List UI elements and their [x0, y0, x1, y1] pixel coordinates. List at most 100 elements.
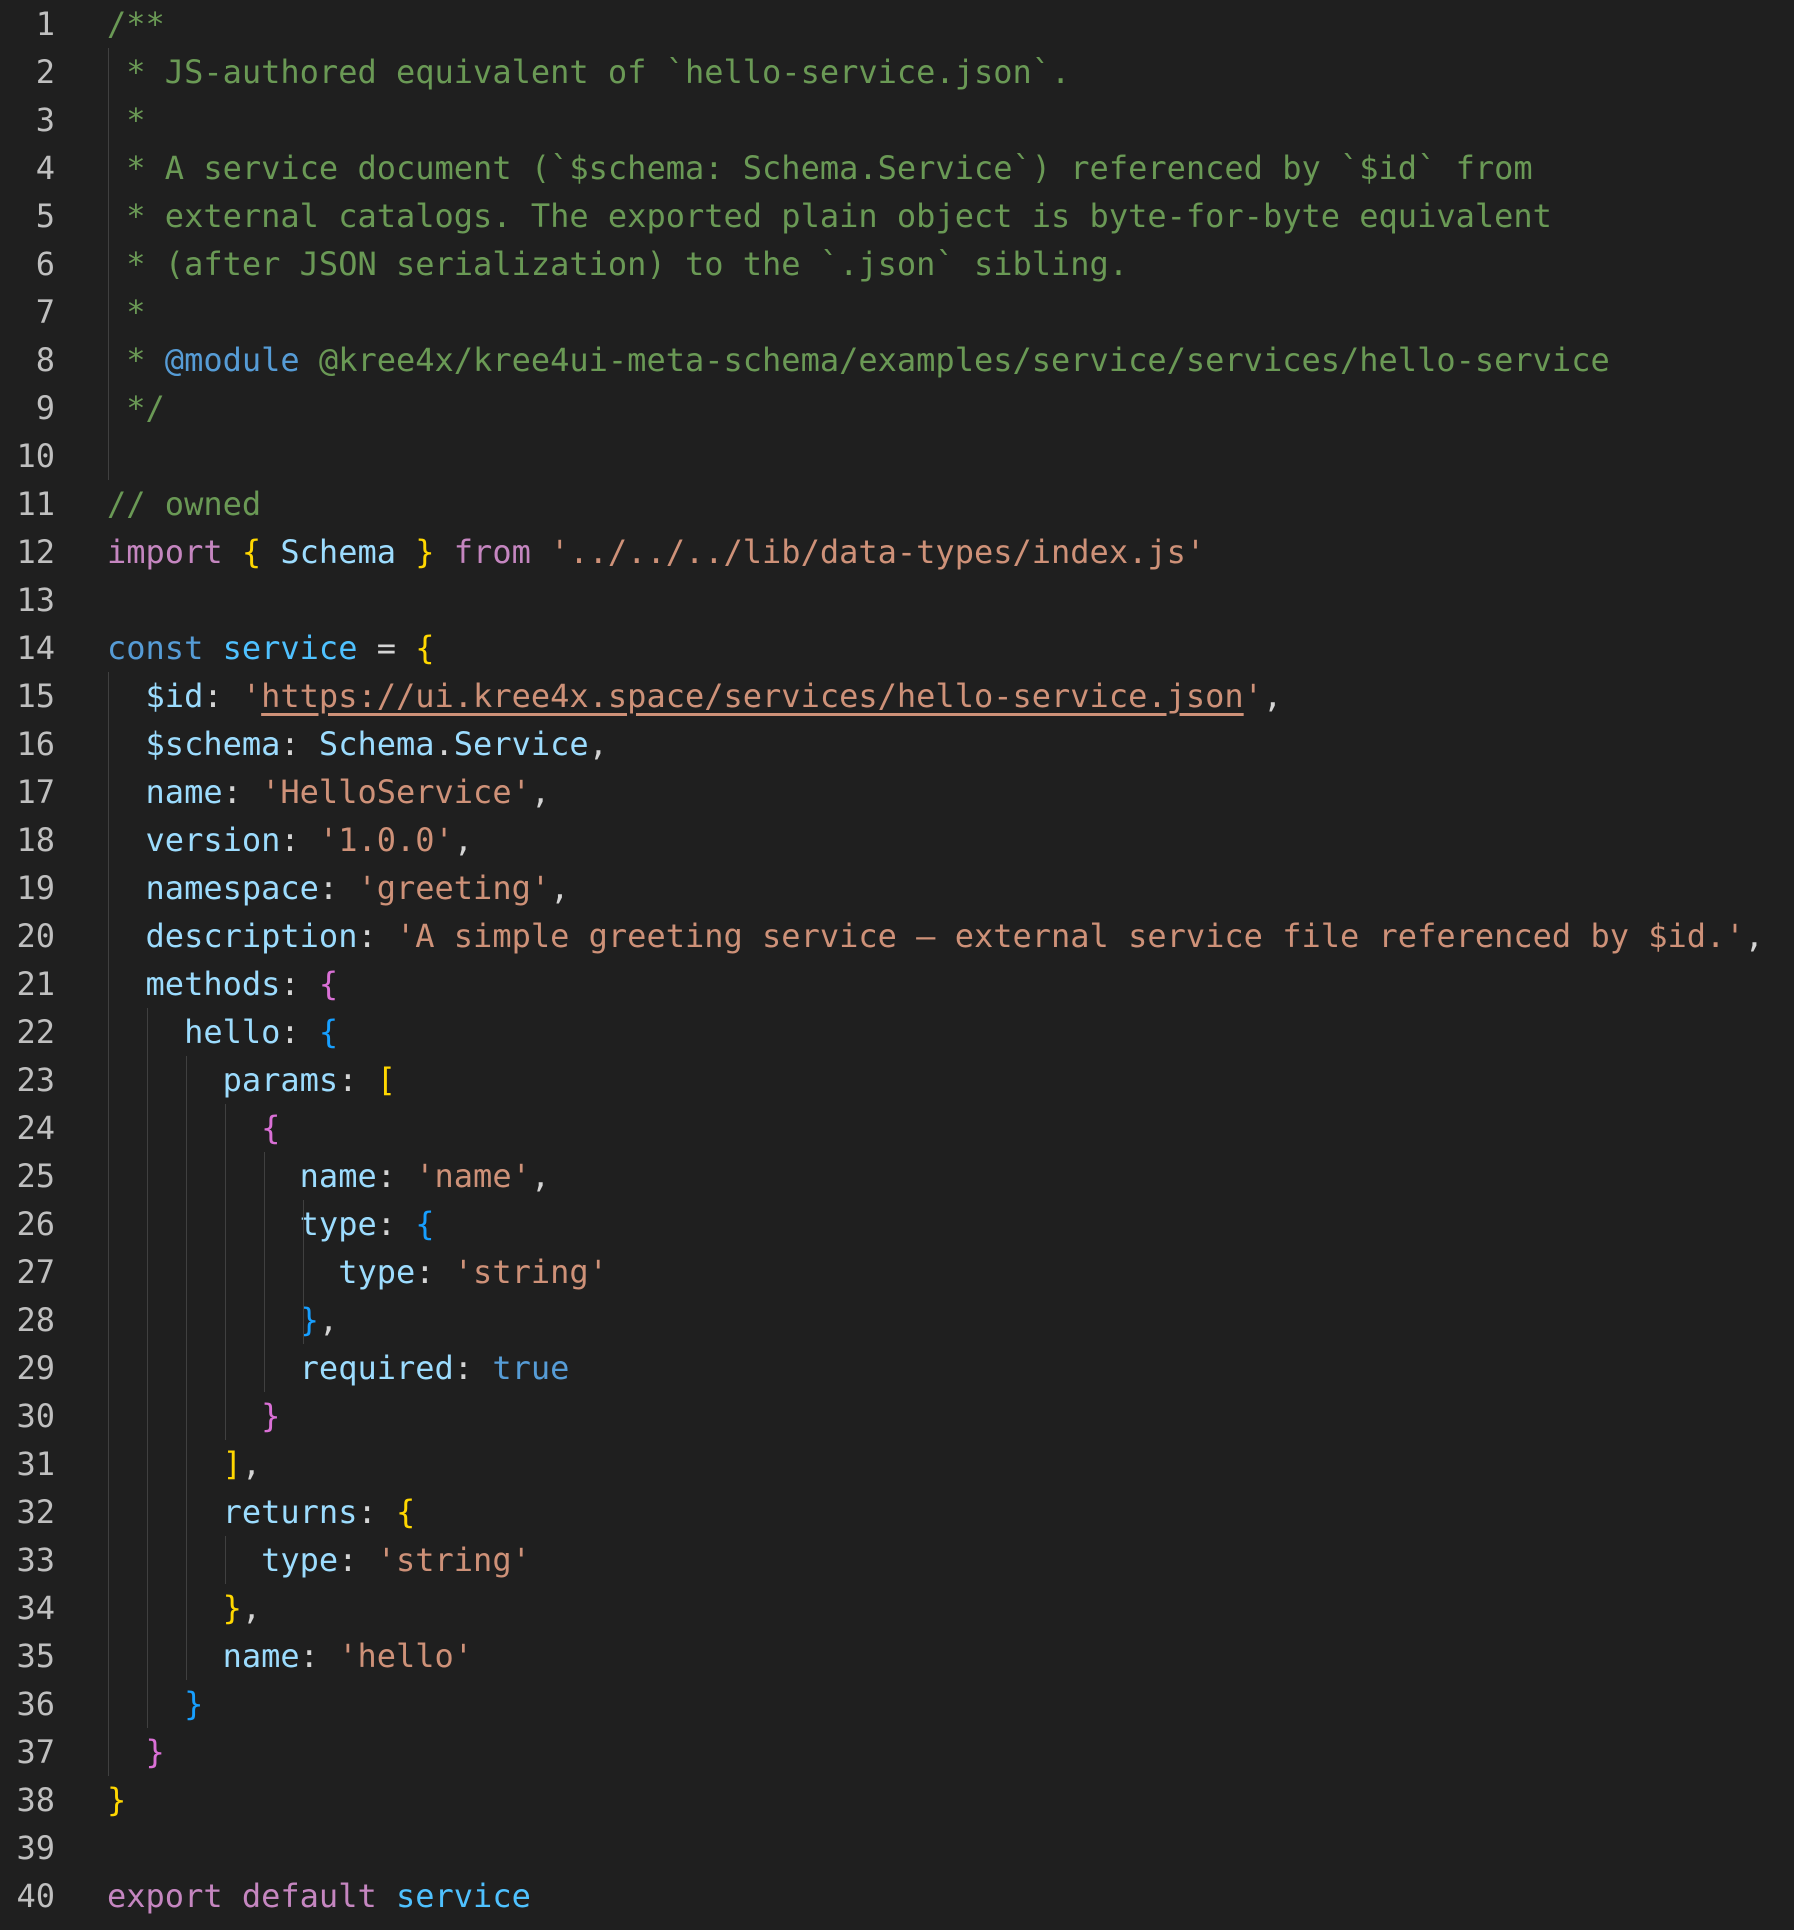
indent-guide	[225, 1104, 226, 1152]
line-number: 27	[16, 1253, 55, 1291]
code-token: 'string'	[376, 1541, 531, 1579]
code-line[interactable]: const service = {	[107, 624, 1794, 672]
code-line[interactable]: }	[107, 1776, 1794, 1824]
code-line[interactable]: import { Schema } from '../../../lib/dat…	[107, 528, 1794, 576]
indent-guide	[108, 1440, 109, 1488]
code-line[interactable]: type: 'string'	[107, 1248, 1794, 1296]
line-number: 15	[16, 677, 55, 715]
indent-guide	[108, 1008, 109, 1056]
code-line[interactable]: },	[107, 1584, 1794, 1632]
indent-guide	[303, 1248, 304, 1296]
code-line[interactable]: },	[107, 1296, 1794, 1344]
code-token: ,	[530, 773, 551, 811]
code-line[interactable]: * A service document (`$schema: Schema.S…	[107, 144, 1794, 192]
indent-guide	[186, 1536, 187, 1584]
code-line[interactable]: * @module @kree4x/kree4ui-meta-schema/ex…	[107, 336, 1794, 384]
code-line[interactable]: * (after JSON serialization) to the `.js…	[107, 240, 1794, 288]
code-line[interactable]: }	[107, 1392, 1794, 1440]
code-token: :	[338, 1541, 377, 1579]
code-line[interactable]	[107, 1824, 1794, 1872]
code-line[interactable]: $id: 'https://ui.kree4x.space/services/h…	[107, 672, 1794, 720]
indent-guide	[147, 1440, 148, 1488]
indent-guide	[108, 384, 109, 432]
code-line[interactable]	[107, 576, 1794, 624]
code-line[interactable]: // owned	[107, 480, 1794, 528]
code-token: :	[280, 725, 319, 763]
code-token[interactable]: https://ui.kree4x.space/services/hello-s…	[261, 677, 1244, 715]
code-line[interactable]: */	[107, 384, 1794, 432]
code-line[interactable]: * external catalogs. The exported plain …	[107, 192, 1794, 240]
code-token: }	[415, 533, 435, 571]
code-editor[interactable]: 1 2 3 4 5 6 7 8 9 10 11 12 13 14 15 16 17 18 19 20 21 22 23 24 2…	[0, 0, 1794, 1930]
indent-guide	[186, 1488, 187, 1536]
code-token: ,	[588, 725, 608, 763]
code-line[interactable]	[107, 432, 1794, 480]
line-number: 31	[16, 1445, 55, 1483]
code-token: ,	[241, 1445, 262, 1483]
code-line[interactable]: * JS-authored equivalent of `hello-servi…	[107, 48, 1794, 96]
code-line[interactable]: hello: {	[107, 1008, 1794, 1056]
code-area[interactable]: /** * JS-authored equivalent of `hello-s…	[107, 0, 1794, 1930]
code-token: required	[299, 1349, 454, 1387]
code-line[interactable]: description: 'A simple greeting service …	[107, 912, 1794, 960]
code-token: [	[376, 1061, 396, 1099]
indent-guide	[108, 432, 109, 480]
indent-guide	[186, 1344, 187, 1392]
code-line[interactable]: returns: {	[107, 1488, 1794, 1536]
code-token: :	[203, 677, 242, 715]
indent-guide	[108, 1680, 109, 1728]
code-token: {	[395, 1493, 416, 1531]
code-line[interactable]: }	[107, 1728, 1794, 1776]
line-number: 8	[35, 341, 55, 379]
code-line[interactable]: namespace: 'greeting',	[107, 864, 1794, 912]
line-number: 30	[16, 1397, 55, 1435]
code-token: :	[357, 917, 396, 955]
indent-guide	[108, 1632, 109, 1680]
code-token: '../../../lib/data-types/index.js'	[550, 533, 1206, 571]
code-token: type	[261, 1541, 339, 1579]
line-number-gutter: 1 2 3 4 5 6 7 8 9 10 11 12 13 14 15 16 17 18 19 20 21 22 23 24 2…	[0, 0, 80, 1930]
code-token: '	[1243, 677, 1263, 715]
indent-guide	[147, 1584, 148, 1632]
code-token: :	[376, 1205, 416, 1243]
indent-guide	[108, 1344, 109, 1392]
code-line[interactable]: $schema: Schema.Service,	[107, 720, 1794, 768]
code-line[interactable]: name: 'HelloService',	[107, 768, 1794, 816]
code-line[interactable]: type: 'string'	[107, 1536, 1794, 1584]
code-line[interactable]: {	[107, 1104, 1794, 1152]
code-line[interactable]: version: '1.0.0',	[107, 816, 1794, 864]
code-token: ,	[550, 869, 570, 907]
code-line[interactable]: methods: {	[107, 960, 1794, 1008]
code-line[interactable]: name: 'hello'	[107, 1632, 1794, 1680]
code-token: @module	[164, 341, 300, 379]
code-line[interactable]: params: [	[107, 1056, 1794, 1104]
code-line[interactable]: required: true	[107, 1344, 1794, 1392]
line-number: 9	[35, 389, 55, 427]
line-number: 5	[35, 197, 55, 235]
line-number: 23	[16, 1061, 55, 1099]
indent-guide	[108, 1056, 109, 1104]
code-line[interactable]: ],	[107, 1440, 1794, 1488]
code-line[interactable]: name: 'name',	[107, 1152, 1794, 1200]
code-line[interactable]: export default service	[107, 1872, 1794, 1920]
code-line[interactable]: type: {	[107, 1200, 1794, 1248]
line-number: 1	[35, 5, 55, 43]
code-line[interactable]: /**	[107, 0, 1794, 48]
code-token: name	[222, 1637, 300, 1675]
indent-guide	[108, 720, 109, 768]
indent-guide	[147, 1008, 148, 1056]
code-line[interactable]: *	[107, 288, 1794, 336]
code-line[interactable]: }	[107, 1680, 1794, 1728]
code-line[interactable]: *	[107, 96, 1794, 144]
indent-guide	[108, 960, 109, 1008]
code-token: // owned	[107, 485, 262, 523]
indent-guide	[147, 1392, 148, 1440]
indent-guide	[186, 1296, 187, 1344]
code-token: *	[107, 293, 146, 331]
line-number: 11	[16, 485, 55, 523]
